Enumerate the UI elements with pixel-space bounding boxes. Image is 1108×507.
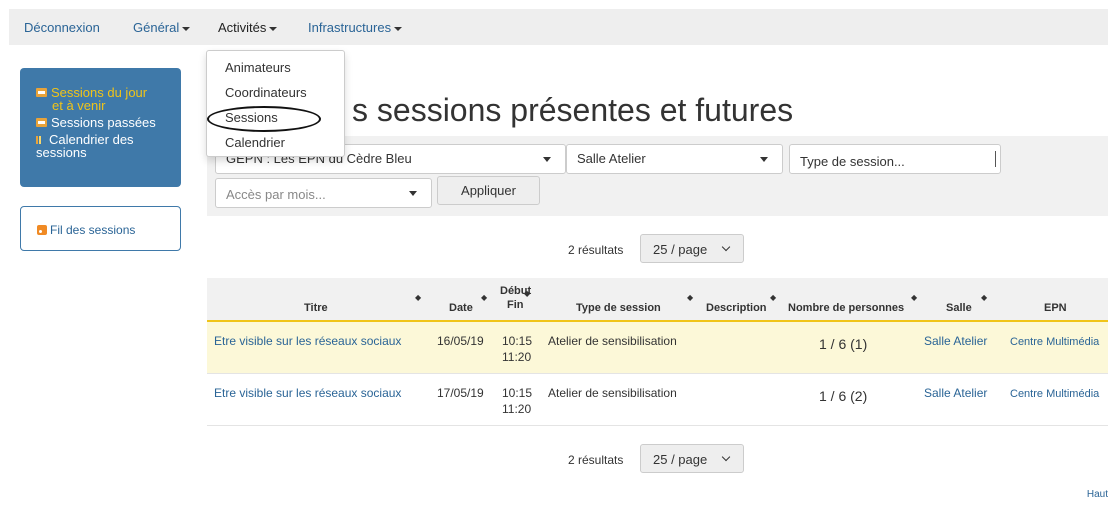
header-type[interactable]: Type de session — [576, 302, 661, 314]
session-title-link[interactable]: Etre visible sur les réseaux sociaux — [214, 334, 401, 348]
sort-icon[interactable]: ◆ — [911, 293, 917, 302]
header-date[interactable]: Date — [449, 302, 473, 314]
cell-epn: Centre Multimédia — [1010, 334, 1099, 348]
sort-icon[interactable]: ◆ — [481, 293, 487, 302]
menu-item-sessions[interactable]: Sessions — [207, 106, 344, 134]
cell-date: 17/05/19 — [437, 386, 484, 400]
activites-dropdown-menu: Animateurs Coordinateurs Sessions Calend… — [206, 50, 345, 157]
sidebar-item-calendar[interactable]: Calendrier des sessions — [36, 133, 181, 159]
salle-link[interactable]: Salle Atelier — [924, 386, 987, 400]
month-select-placeholder: Accès par mois... — [226, 187, 326, 202]
table-header: Titre ◆ Date ◆ Début Fin ◆ Type de sessi… — [207, 278, 1108, 322]
sessions-table: Titre ◆ Date ◆ Début Fin ◆ Type de sessi… — [207, 278, 1108, 426]
cell-type: Atelier de sensibilisation — [548, 334, 677, 348]
per-page-value: 25 / page — [653, 242, 708, 257]
caret-down-icon — [409, 191, 417, 196]
sort-icon[interactable]: ◆ — [415, 293, 421, 302]
cell-titre: Etre visible sur les réseaux sociaux — [214, 334, 401, 348]
cell-debut: 10:15 — [502, 334, 533, 348]
sidebar-item-label: Sessions passées — [51, 115, 156, 130]
session-type-placeholder: Type de session... — [800, 154, 905, 169]
sidebar-item-sessions-today[interactable]: Sessions du jour et à venir — [36, 86, 181, 112]
sort-icon[interactable]: ◆ — [981, 293, 987, 302]
cell-fin: 11:20 — [502, 350, 532, 364]
table-row: Etre visible sur les réseaux sociaux 16/… — [207, 322, 1108, 374]
top-navbar: Déconnexion Général Activités Infrastruc… — [9, 9, 1108, 45]
sessions-feed-link[interactable]: Fil des sessions — [37, 223, 135, 237]
calendar-icon — [36, 88, 47, 97]
header-salle[interactable]: Salle — [946, 302, 972, 314]
cell-date: 16/05/19 — [437, 334, 484, 348]
chevron-down-icon — [721, 452, 731, 462]
session-title-link[interactable]: Etre visible sur les réseaux sociaux — [214, 386, 401, 400]
sidebar-menu: Sessions du jour et à venir Sessions pas… — [20, 68, 181, 187]
sessions-feed-box: Fil des sessions — [20, 206, 181, 251]
epn-link[interactable]: Centre Multimédia — [1010, 336, 1099, 348]
epn-link[interactable]: Centre Multimédia — [1010, 388, 1099, 400]
nav-infrastructures[interactable]: Infrastructures — [308, 20, 403, 35]
header-description[interactable]: Description — [706, 302, 767, 314]
sort-icon[interactable]: ◆ — [524, 289, 530, 298]
nav-general-label: Général — [133, 20, 180, 35]
header-titre[interactable]: Titre — [304, 302, 328, 314]
header-fin[interactable]: Fin — [507, 299, 524, 311]
nav-activites[interactable]: Activités — [218, 20, 278, 35]
nav-deconnexion[interactable]: Déconnexion — [24, 20, 100, 35]
result-count: 2 résultats — [568, 453, 624, 467]
cell-nombre: 1 / 6 (1) — [819, 336, 868, 352]
sessions-feed-label: Fil des sessions — [50, 223, 136, 237]
table-row: Etre visible sur les réseaux sociaux 17/… — [207, 374, 1108, 426]
apply-button[interactable]: Appliquer — [437, 176, 540, 205]
caret-down-icon — [543, 157, 551, 162]
caret-down-icon — [760, 157, 768, 162]
salle-select[interactable]: Salle Atelier — [566, 144, 783, 174]
cell-type: Atelier de sensibilisation — [548, 386, 677, 400]
highlight-circle — [207, 106, 321, 132]
salle-select-value: Salle Atelier — [577, 151, 646, 166]
sidebar-item-sessions-past[interactable]: Sessions passées — [36, 116, 181, 129]
cell-nombre: 1 / 6 (2) — [819, 388, 868, 404]
nav-general[interactable]: Général — [133, 20, 191, 35]
session-type-select[interactable]: Type de session... — [789, 144, 1001, 174]
calendar-icon — [36, 118, 47, 127]
month-select[interactable]: Accès par mois... — [215, 178, 432, 208]
sort-icon[interactable]: ◆ — [770, 293, 776, 302]
per-page-select[interactable]: 25 / page — [640, 234, 744, 263]
rss-icon — [37, 225, 47, 235]
nav-infrastructures-label: Infrastructures — [308, 20, 392, 35]
page-title: s sessions présentes et futures — [352, 92, 794, 128]
nav-activites-label: Activités — [218, 20, 267, 35]
cell-epn: Centre Multimédia — [1010, 386, 1099, 400]
sidebar-item-label: et à venir — [52, 98, 106, 113]
salle-link[interactable]: Salle Atelier — [924, 334, 987, 348]
cell-salle: Salle Atelier — [924, 386, 987, 400]
cell-fin: 11:20 — [502, 402, 532, 416]
result-count: 2 résultats — [568, 243, 624, 257]
header-nombre[interactable]: Nombre de personnes — [788, 302, 904, 314]
caret-down-icon — [182, 26, 191, 31]
sidebar-item-label: sessions — [36, 145, 87, 160]
cell-titre: Etre visible sur les réseaux sociaux — [214, 386, 401, 400]
cell-debut: 10:15 — [502, 386, 533, 400]
per-page-select[interactable]: 25 / page — [640, 444, 744, 473]
sort-icon[interactable]: ◆ — [687, 293, 693, 302]
menu-item-calendrier[interactable]: Calendrier — [207, 134, 344, 159]
per-page-value: 25 / page — [653, 452, 708, 467]
back-to-top-link[interactable]: Haut — [1087, 489, 1108, 500]
menu-item-coordinateurs[interactable]: Coordinateurs — [207, 84, 344, 109]
caret-down-icon — [269, 26, 278, 31]
caret-down-icon — [394, 26, 403, 31]
header-epn[interactable]: EPN — [1044, 302, 1067, 314]
cell-salle: Salle Atelier — [924, 334, 987, 348]
menu-item-animateurs[interactable]: Animateurs — [207, 59, 344, 84]
scroll-handle-icon — [995, 151, 997, 167]
chevron-down-icon — [721, 242, 731, 252]
